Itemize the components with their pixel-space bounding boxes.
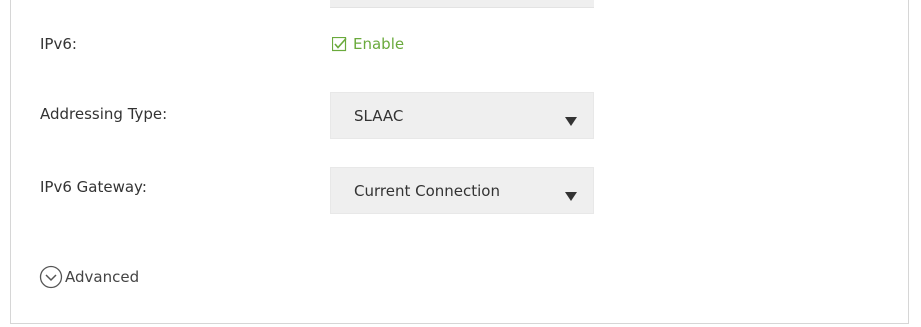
previous-field-partial bbox=[330, 0, 594, 8]
advanced-label: Advanced bbox=[65, 268, 140, 286]
ipv6-enable-checkbox[interactable]: Enable bbox=[331, 35, 405, 53]
ipv6-gateway-select[interactable]: Current Connection bbox=[330, 167, 594, 214]
ipv6-label: IPv6: bbox=[40, 35, 77, 53]
addressing-type-label: Addressing Type: bbox=[40, 105, 168, 123]
ipv6-gateway-label: IPv6 Gateway: bbox=[40, 178, 147, 196]
chevron-down-circle-icon[interactable] bbox=[39, 265, 63, 289]
ipv6-gateway-value: Current Connection bbox=[354, 181, 500, 200]
ipv6-settings-panel: IPv6: Enable Addressing Type: SLAAC IPv6… bbox=[10, 0, 909, 324]
addressing-type-value: SLAAC bbox=[354, 106, 404, 125]
triangle-down-icon bbox=[565, 186, 577, 201]
enable-label: Enable bbox=[353, 35, 405, 53]
addressing-type-select[interactable]: SLAAC bbox=[330, 92, 594, 139]
checkbox-checked-icon[interactable] bbox=[331, 36, 347, 52]
advanced-toggle[interactable]: Advanced bbox=[39, 265, 139, 289]
triangle-down-icon bbox=[565, 111, 577, 126]
